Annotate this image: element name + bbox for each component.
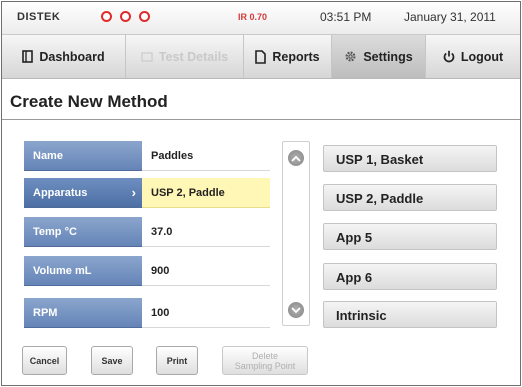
nav-logout-label: Logout (460, 49, 504, 64)
nav-logout-button[interactable]: Logout (426, 35, 520, 78)
cancel-button[interactable]: Cancel (22, 346, 67, 375)
gear-icon (344, 50, 357, 63)
status-led-1 (101, 11, 112, 22)
clock-time: 03:51 PM (320, 10, 372, 24)
param-row-volume[interactable]: Volume mL 900 (24, 256, 310, 286)
nav-settings-label: Settings (363, 49, 413, 64)
nav-dashboard-button[interactable]: Dashboard (2, 35, 126, 78)
power-icon (443, 50, 455, 63)
nav-dashboard-label: Dashboard (39, 49, 105, 64)
save-button[interactable]: Save (91, 346, 133, 375)
test-details-icon (141, 51, 153, 63)
scroll-down-button[interactable] (288, 302, 304, 318)
chevron-up-icon (291, 155, 301, 162)
param-row-temp[interactable]: Temp °C 37.0 (24, 217, 310, 247)
status-bar: DISTEK IR 0.70 03:51 PM January 31, 2011 (2, 2, 520, 34)
scroll-up-button[interactable] (288, 150, 304, 166)
print-button[interactable]: Print (156, 346, 198, 375)
apparatus-option[interactable]: App 6 (323, 263, 497, 290)
param-row-apparatus[interactable]: Apparatus › USP 2, Paddle (24, 178, 310, 208)
param-label: Volume mL (24, 256, 142, 286)
params-scrollbar[interactable] (282, 141, 310, 326)
apparatus-option[interactable]: App 5 (323, 223, 497, 250)
clock-date: January 31, 2011 (404, 10, 496, 24)
brand-logo: DISTEK (17, 11, 61, 23)
chevron-down-icon (291, 306, 301, 313)
apparatus-option[interactable]: USP 2, Paddle (323, 184, 497, 211)
ir-reading: IR 0.70 (238, 12, 268, 22)
param-row-rpm[interactable]: RPM 100 (24, 298, 310, 328)
document-icon (255, 49, 267, 64)
page-title: Create New Method (10, 92, 168, 111)
status-led-2 (120, 11, 131, 22)
dashboard-icon (22, 50, 34, 63)
status-led-3 (139, 11, 150, 22)
delete-label-line2: Sampling Point (234, 360, 296, 371)
title-divider (2, 119, 520, 120)
delete-sampling-point-button[interactable]: Delete Sampling Point (222, 346, 308, 375)
nav-settings-button[interactable]: Settings (332, 35, 426, 78)
nav-test-details-button[interactable]: Test Details (126, 35, 244, 78)
param-label-text: Apparatus (33, 187, 88, 199)
param-value[interactable]: 900 (142, 256, 270, 286)
nav-reports-label: Reports (272, 49, 320, 64)
method-parameters-table: Name Paddles Apparatus › USP 2, Paddle T… (24, 141, 310, 331)
app-window: DISTEK IR 0.70 03:51 PM January 31, 2011… (1, 1, 521, 386)
chevron-right-icon: › (131, 185, 136, 200)
apparatus-option[interactable]: USP 1, Basket (323, 145, 497, 172)
param-value[interactable]: USP 2, Paddle (142, 178, 270, 208)
param-label: Name (24, 141, 142, 171)
param-value[interactable]: 100 (142, 298, 270, 328)
param-label: RPM (24, 298, 142, 328)
main-nav: Dashboard Test Details Reports Settings … (2, 34, 520, 79)
param-value[interactable]: Paddles (142, 141, 270, 171)
delete-label-line1: Delete (251, 350, 278, 361)
param-label: Apparatus › (24, 178, 142, 208)
param-value[interactable]: 37.0 (142, 217, 270, 247)
nav-test-details-label: Test Details (158, 49, 229, 64)
nav-reports-button[interactable]: Reports (244, 35, 332, 78)
param-row-name[interactable]: Name Paddles (24, 141, 310, 171)
apparatus-option[interactable]: Intrinsic (323, 301, 497, 328)
param-label: Temp °C (24, 217, 142, 247)
